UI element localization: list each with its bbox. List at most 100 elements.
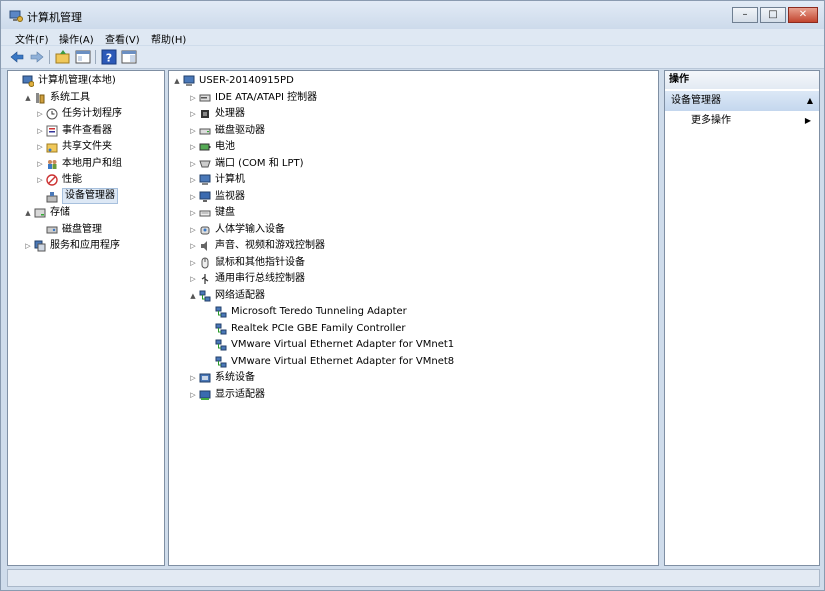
usb-icon xyxy=(201,274,209,284)
collapsed-arrow-icon[interactable]: ▷ xyxy=(24,238,32,254)
display-adapter-icon xyxy=(199,390,211,400)
expanded-arrow-icon[interactable]: ▲ xyxy=(173,73,181,89)
collapsed-arrow-icon[interactable]: ▷ xyxy=(36,106,44,122)
network-adapter-icon xyxy=(215,306,227,318)
device-manager-icon xyxy=(46,191,58,202)
performance-icon xyxy=(46,174,58,186)
mouse-icon xyxy=(201,257,209,268)
computer-icon xyxy=(183,75,195,86)
console-tree-label: 本地用户和组 xyxy=(62,157,122,169)
console-tree-icon[interactable] xyxy=(75,49,91,65)
device-tree-label: VMware Virtual Ethernet Adapter for VMne… xyxy=(231,339,455,350)
device-tree-label: 人体学输入设备 xyxy=(215,223,285,235)
maximize-icon: □ xyxy=(768,9,778,20)
window-title: 计算机管理 xyxy=(27,11,82,24)
toolbar-separator xyxy=(49,50,50,64)
computer-management-icon xyxy=(9,10,23,22)
console-tree-pane: 计算机管理(本地) ▲ 系统工具 ▷ 任务计划程序 ▷ 事件查看器 ▷ 共享文件夹 ▷ 本地用户和组… xyxy=(7,70,165,566)
collapsed-arrow-icon[interactable]: ▷ xyxy=(189,255,197,271)
services-icon xyxy=(34,240,46,252)
collapsed-arrow-icon[interactable]: ▷ xyxy=(36,123,44,139)
console-tree-label: 共享文件夹 xyxy=(62,141,112,152)
help-icon[interactable]: ? xyxy=(101,49,117,65)
menu-help[interactable]: 帮助(H) xyxy=(151,31,186,46)
computer-icon xyxy=(199,174,211,185)
hid-icon xyxy=(200,226,210,234)
device-tree-label: 通用串行总线控制器 xyxy=(215,273,305,284)
collapsed-arrow-icon[interactable]: ▷ xyxy=(189,156,197,172)
collapse-arrow-icon[interactable]: ▲ xyxy=(807,91,813,111)
disk-management-icon xyxy=(46,226,58,233)
forward-arrow-icon[interactable] xyxy=(29,49,45,65)
device-tree-label: 磁盘驱动器 xyxy=(215,124,265,136)
network-adapter-icon xyxy=(199,290,211,301)
collapsed-arrow-icon[interactable]: ▷ xyxy=(36,172,44,188)
computer-management-icon xyxy=(22,75,34,87)
actions-header: 操作 xyxy=(665,71,819,89)
collapsed-arrow-icon[interactable]: ▷ xyxy=(189,172,197,188)
toolbar: ? xyxy=(1,46,824,69)
console-tree-label: 服务和应用程序 xyxy=(50,240,120,251)
device-tree-label: IDE ATA/ATAPI 控制器 xyxy=(215,91,318,103)
collapsed-arrow-icon[interactable]: ▷ xyxy=(189,139,197,155)
toolbar-separator xyxy=(95,50,96,64)
expanded-arrow-icon[interactable]: ▲ xyxy=(24,205,32,221)
device-tree-pane: ▲ USER-20140915PD ▷ IDE ATA/ATAPI 控制器 ▷ 处理器 ▷ 磁… xyxy=(168,70,659,566)
sound-icon xyxy=(201,241,207,251)
collapsed-arrow-icon[interactable]: ▷ xyxy=(189,238,197,254)
battery-icon xyxy=(199,143,211,151)
device-tree-label: Realtek PCIe GBE Family Controller xyxy=(231,322,406,334)
device-tree-label: 计算机 xyxy=(215,174,245,185)
more-actions-item[interactable]: 更多操作 xyxy=(691,113,731,129)
console-tree-label: 任务计划程序 xyxy=(62,108,122,119)
system-device-icon xyxy=(199,373,211,383)
computer-management-window: 计算机管理 – □ ✕ 文件(F) 操作(A) 查看(V) 帮助(H) ? 计算… xyxy=(0,0,825,591)
device-tree-label: 端口 (COM 和 LPT) xyxy=(215,157,304,169)
menu-action[interactable]: 操作(A) xyxy=(59,31,94,46)
ide-controller-icon xyxy=(199,94,211,101)
shared-folder-icon xyxy=(46,143,58,153)
device-tree-label: 鼠标和其他指针设备 xyxy=(215,256,305,268)
collapsed-arrow-icon[interactable]: ▷ xyxy=(189,271,197,287)
collapsed-arrow-icon[interactable]: ▷ xyxy=(189,90,197,106)
tools-icon xyxy=(36,92,45,103)
collapsed-arrow-icon[interactable]: ▷ xyxy=(189,123,197,139)
close-button[interactable]: ✕ xyxy=(788,7,818,23)
status-bar xyxy=(7,569,820,587)
console-tree-label: 系统工具 xyxy=(50,91,90,103)
up-folder-icon[interactable] xyxy=(55,49,71,65)
collapsed-arrow-icon[interactable]: ▷ xyxy=(189,106,197,122)
collapsed-arrow-icon[interactable]: ▷ xyxy=(189,205,197,221)
expanded-arrow-icon[interactable]: ▲ xyxy=(189,288,197,304)
menu-file[interactable]: 文件(F) xyxy=(15,31,49,46)
network-adapter-icon xyxy=(215,323,227,334)
maximize-button[interactable]: □ xyxy=(760,7,786,23)
menu-view[interactable]: 查看(V) xyxy=(105,31,140,46)
console-tree-label: 计算机管理(本地) xyxy=(38,75,116,86)
minimize-button[interactable]: – xyxy=(732,7,758,23)
collapsed-arrow-icon[interactable]: ▷ xyxy=(189,387,197,403)
actions-section-device-manager[interactable]: 设备管理器 ▲ xyxy=(665,91,819,111)
device-tree-label: Microsoft Teredo Tunneling Adapter xyxy=(231,306,407,317)
device-tree-label: 网络适配器 xyxy=(215,289,265,301)
collapsed-arrow-icon[interactable]: ▷ xyxy=(189,222,197,238)
collapsed-arrow-icon[interactable]: ▷ xyxy=(189,189,197,205)
disk-drive-icon xyxy=(199,128,211,134)
minimize-icon: – xyxy=(742,9,748,20)
device-tree-label: 电池 xyxy=(215,141,235,152)
device-tree-label: 键盘 xyxy=(215,207,235,218)
submenu-arrow-icon[interactable]: ▶ xyxy=(805,113,811,129)
device-tree-label: 声音、视频和游戏控制器 xyxy=(215,240,325,251)
title-bar[interactable]: 计算机管理 – □ ✕ xyxy=(1,1,824,31)
collapsed-arrow-icon[interactable]: ▷ xyxy=(189,370,197,386)
menu-bar: 文件(F) 操作(A) 查看(V) 帮助(H) xyxy=(1,29,824,46)
console-tree-label: 性能 xyxy=(62,174,82,185)
device-tree-label: VMware Virtual Ethernet Adapter for VMne… xyxy=(231,355,455,367)
collapsed-arrow-icon[interactable]: ▷ xyxy=(36,156,44,172)
event-viewer-icon xyxy=(46,125,58,136)
expanded-arrow-icon[interactable]: ▲ xyxy=(24,90,32,106)
svg-text:?: ? xyxy=(106,52,112,65)
show-action-pane-icon[interactable] xyxy=(121,49,137,65)
collapsed-arrow-icon[interactable]: ▷ xyxy=(36,139,44,155)
back-arrow-icon[interactable] xyxy=(9,49,25,65)
